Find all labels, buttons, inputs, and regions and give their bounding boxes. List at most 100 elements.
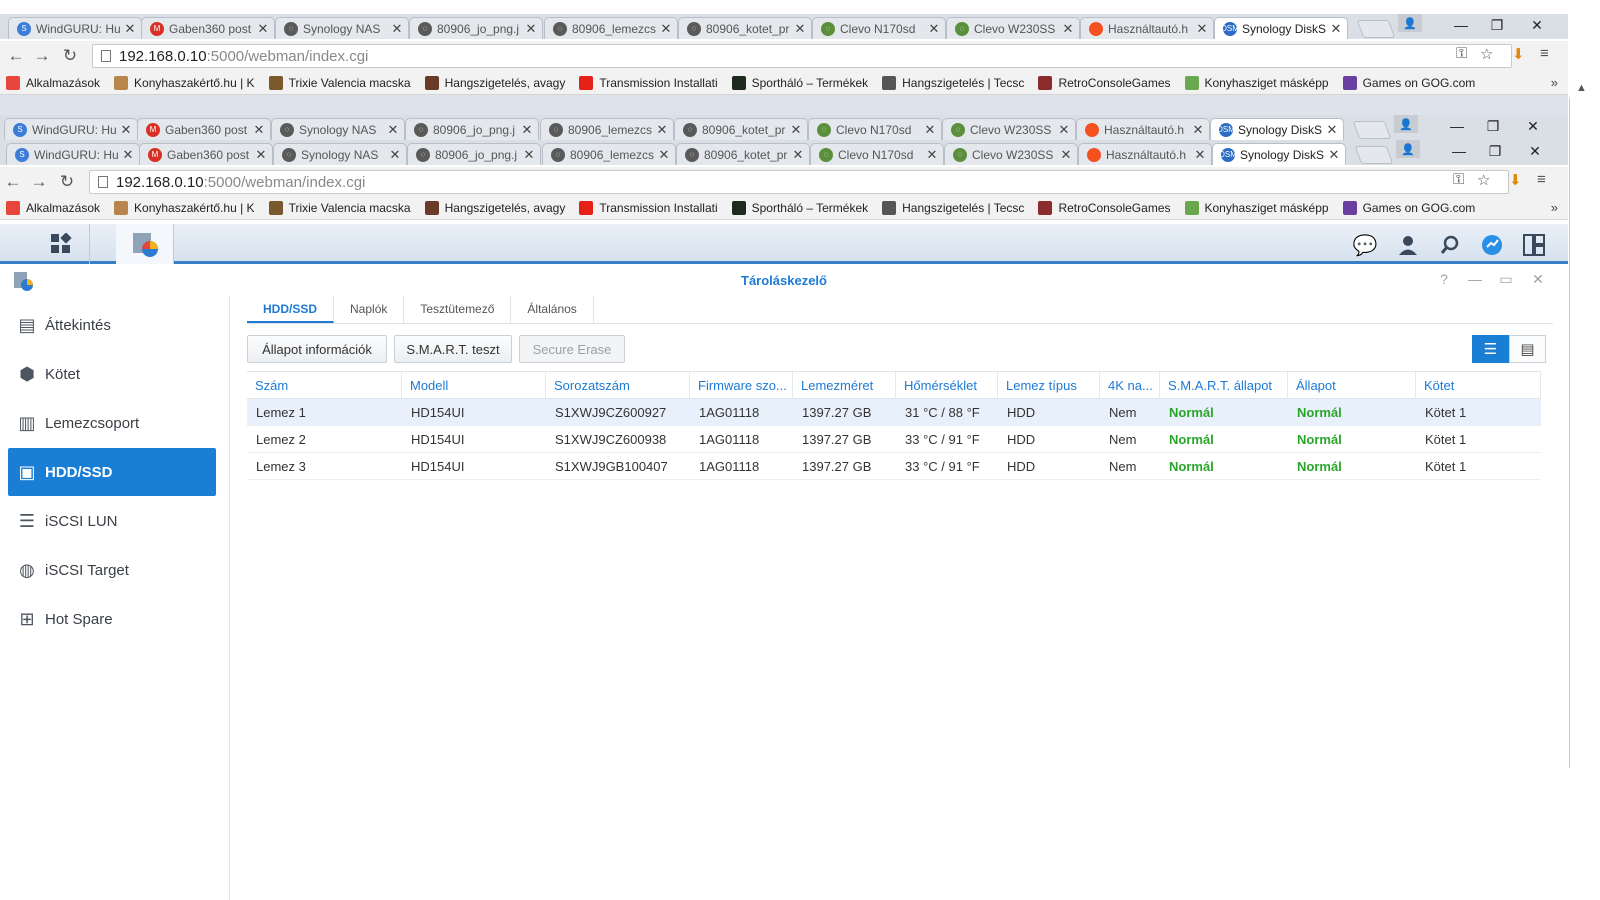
tab-close-icon[interactable]: ✕ (925, 147, 939, 163)
browser-tab[interactable]: ◌ 80906_lemezcs ✕ (542, 143, 676, 165)
search-icon[interactable] (1437, 232, 1463, 258)
tab-close-icon[interactable]: ✕ (655, 122, 669, 138)
column-header[interactable]: S.M.A.R.T. állapot (1160, 372, 1288, 398)
browser-tab[interactable]: ◌ 80906_lemezcs ✕ (540, 118, 674, 140)
tab-close-icon[interactable]: ✕ (793, 21, 807, 37)
browser-tab[interactable]: ◌ 80906_kotet_pr ✕ (678, 17, 812, 39)
tab-close-icon[interactable]: ✕ (1191, 122, 1205, 138)
address-bar[interactable]: 192.168.0.10:5000/webman/index.cgi (92, 44, 1512, 68)
browser-tab[interactable]: ◌ Synology NAS ✕ (273, 143, 407, 165)
column-header[interactable]: Sorozatszám (546, 372, 690, 398)
sidebar-item-iscsi-target[interactable]: ◍ iSCSI Target (8, 546, 216, 594)
browser-tab[interactable]: ◌ 80906_jo_png.j ✕ (407, 143, 541, 165)
widgets-icon[interactable] (1521, 232, 1547, 258)
bookmark-item[interactable]: RetroConsoleGames (1038, 200, 1171, 215)
column-header[interactable]: Firmware szo... (690, 372, 793, 398)
table-row[interactable]: Lemez 1 HD154UI S1XWJ9CZ600927 1AG01118 1397… (247, 399, 1541, 426)
browser-tab[interactable]: S WindGURU: Hu ✕ (8, 17, 142, 39)
tab-close-icon[interactable]: ✕ (121, 147, 135, 163)
page-info-icon[interactable] (101, 50, 111, 62)
bookmark-item[interactable]: Trixie Valencia macska (268, 75, 411, 90)
tab-close-icon[interactable]: ✕ (1325, 122, 1339, 138)
column-header[interactable]: Lemez típus (998, 372, 1100, 398)
tab-close-icon[interactable]: ✕ (923, 122, 937, 138)
browser-tab[interactable]: ◌ Clevo N170sd ✕ (808, 118, 942, 140)
bookmark-item[interactable]: Games on GOG.com (1342, 200, 1475, 215)
close-window-button[interactable]: ✕ (1514, 140, 1556, 162)
key-icon[interactable]: ⚿ (1453, 171, 1464, 188)
key-icon[interactable]: ⚿ (1456, 45, 1467, 62)
back-button[interactable]: ← (3, 172, 23, 192)
browser-tab[interactable]: ◌ Clevo W230SS ✕ (944, 143, 1078, 165)
new-tab-button[interactable] (1354, 146, 1394, 164)
bookmarks-more-icon[interactable]: » (1551, 75, 1558, 90)
browser-tab[interactable]: ◌ Clevo W230SS ✕ (946, 17, 1080, 39)
column-header[interactable]: Hőmérséklet (896, 372, 998, 398)
bookmark-item[interactable]: Hangszigetelés, avagy (424, 75, 565, 90)
column-header[interactable]: 4K na... (1100, 372, 1160, 398)
tab-close-icon[interactable]: ✕ (1195, 21, 1209, 37)
column-header[interactable]: Modell (402, 372, 546, 398)
tab-close-icon[interactable]: ✕ (254, 147, 268, 163)
bookmark-item[interactable]: Games on GOG.com (1342, 75, 1475, 90)
browser-tab[interactable]: DSM Synology DiskS ✕ (1214, 17, 1348, 39)
browser-tab[interactable]: M Gaben360 post ✕ (141, 17, 275, 39)
browser-tab[interactable]: ◌ 80906_kotet_pr ✕ (674, 118, 808, 140)
bookmark-item[interactable]: RetroConsoleGames (1038, 75, 1171, 90)
bookmark-item[interactable]: Transmission Installati (579, 75, 718, 90)
tab-close-icon[interactable]: ✕ (119, 122, 133, 138)
sidebar-item-disk-group[interactable]: ▥ Lemezcsoport (8, 399, 216, 447)
browser-tab[interactable]: Használtautó.h ✕ (1076, 118, 1210, 140)
detail-view-button[interactable]: ▤ (1509, 335, 1546, 363)
column-header[interactable]: Kötet (1416, 372, 1541, 398)
menu-icon[interactable]: ≡ (1540, 45, 1549, 62)
tab-close-icon[interactable]: ✕ (1057, 122, 1071, 138)
close-window-button[interactable]: ✕ (1516, 14, 1558, 36)
browser-tab[interactable]: Használtautó.h ✕ (1080, 17, 1214, 39)
smart-test-button[interactable]: S.M.A.R.T. teszt (394, 335, 512, 363)
tab-close-icon[interactable]: ✕ (123, 21, 137, 37)
browser-tab[interactable]: ◌ 80906_jo_png.j ✕ (405, 118, 539, 140)
reload-button[interactable]: ↻ (57, 172, 77, 192)
tab-0[interactable]: HDD/SSD (247, 296, 335, 323)
column-header[interactable]: Állapot (1288, 372, 1416, 398)
browser-tab[interactable]: ◌ Clevo W230SS ✕ (942, 118, 1076, 140)
browser-tab[interactable]: DSM Synology DiskS ✕ (1212, 143, 1346, 165)
extension-icon[interactable]: ⬇ (1509, 171, 1522, 189)
sidebar-item-hdd[interactable]: ▣ HDD/SSD (8, 448, 216, 496)
tab-close-icon[interactable]: ✕ (791, 147, 805, 163)
browser-tab[interactable]: ◌ Clevo N170sd ✕ (810, 143, 944, 165)
table-row[interactable]: Lemez 3 HD154UI S1XWJ9GB100407 1AG01118 1397… (247, 453, 1541, 480)
column-header[interactable]: Lemezméret (793, 372, 896, 398)
extension-icon[interactable]: ⬇ (1512, 45, 1525, 63)
browser-tab[interactable]: M Gaben360 post ✕ (137, 118, 271, 140)
tab-close-icon[interactable]: ✕ (1193, 147, 1207, 163)
bookmark-star-icon[interactable]: ☆ (1477, 171, 1490, 189)
tab-close-icon[interactable]: ✕ (1061, 21, 1075, 37)
browser-tab[interactable]: M Gaben360 post ✕ (139, 143, 273, 165)
column-header[interactable]: Szám (247, 372, 402, 398)
browser-tab[interactable]: ◌ 80906_lemezcs ✕ (544, 17, 678, 39)
restore-window-button[interactable]: ❐ (1472, 115, 1514, 137)
sidebar-item-overview[interactable]: ▤ Áttekintés (8, 301, 216, 349)
sidebar-item-volume[interactable]: ⬢ Kötet (8, 350, 216, 398)
reload-button[interactable]: ↻ (60, 46, 80, 66)
table-row[interactable]: Lemez 2 HD154UI S1XWJ9CZ600938 1AG01118 1397… (247, 426, 1541, 453)
browser-tab[interactable]: S WindGURU: Hu ✕ (6, 143, 140, 165)
bookmark-item[interactable]: Trixie Valencia macska (268, 200, 411, 215)
tab-close-icon[interactable]: ✕ (659, 21, 673, 37)
restore-window-button[interactable]: ❐ (1476, 14, 1518, 36)
list-view-button[interactable]: ☰ (1472, 335, 1509, 363)
bookmark-item[interactable]: Konyhasziget másképp (1184, 200, 1329, 215)
profile-icon[interactable]: 👤 (1398, 14, 1422, 32)
tab-close-icon[interactable]: ✕ (386, 122, 400, 138)
restore-window-button[interactable]: ❐ (1474, 140, 1516, 162)
bookmark-item[interactable]: Alkalmazások (6, 75, 100, 90)
tab-close-icon[interactable]: ✕ (927, 21, 941, 37)
page-scrollbar[interactable]: ▲ (1568, 0, 1600, 900)
bookmark-item[interactable]: Konyhasziget másképp (1184, 75, 1329, 90)
maximize-button[interactable]: ▭ (1496, 271, 1516, 288)
browser-tab[interactable]: ◌ 80906_jo_png.j ✕ (409, 17, 543, 39)
tab-2[interactable]: Tesztütemező (404, 296, 512, 323)
browser-tab[interactable]: DSM Synology DiskS ✕ (1210, 118, 1344, 140)
